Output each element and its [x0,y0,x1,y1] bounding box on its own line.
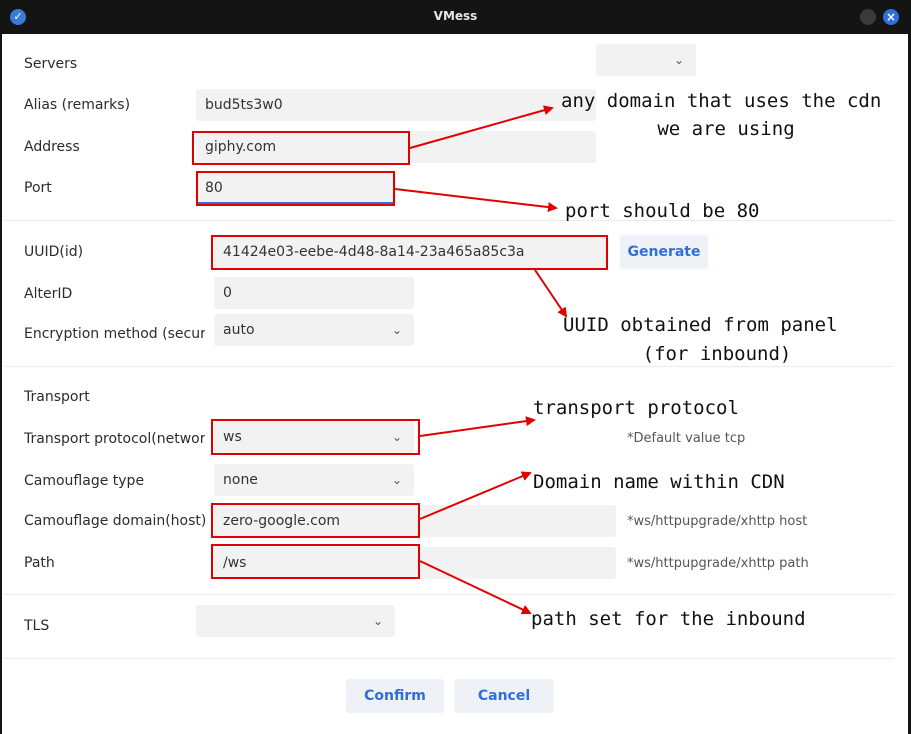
tls-select[interactable]: ⌄ [196,605,395,637]
confirm-button[interactable]: Confirm [346,679,444,713]
camouflage-type-label: Camouflage type [24,473,145,489]
encryption-select[interactable]: auto ⌄ [214,314,414,346]
port-highlight-box [196,171,395,206]
transport-arrow [419,416,536,437]
camouflage-host-label: Camouflage domain(host) [24,513,207,529]
alias-label: Alias (remarks) [24,97,131,113]
alias-input[interactable]: bud5ts3w0 [196,89,596,121]
servers-label: Servers [24,56,78,72]
generate-button[interactable]: Generate [620,235,708,269]
host-hint: *ws/httpupgrade/xhttp host [627,514,808,529]
annotation-uuid-line1: UUID obtained from panel [563,314,838,336]
address-label: Address [24,139,80,155]
port-label: Port [24,180,52,196]
servers-select[interactable]: ⌄ [596,44,696,76]
chevron-down-icon: ⌄ [673,53,684,67]
chevron-down-icon: ⌄ [372,614,383,628]
transport-section-label: Transport [24,389,90,405]
network-highlight-box [211,419,420,455]
host-highlight-box [211,503,420,538]
section-divider [4,658,894,659]
network-hint: *Default value tcp [627,431,746,446]
path-highlight-box [211,544,420,579]
encryption-value: auto [223,322,255,338]
annotation-domain-line2: we are using [657,118,795,140]
path-hint: *ws/httpupgrade/xhttp path [627,556,809,571]
camouflage-type-value: none [223,472,258,488]
section-divider [4,366,894,367]
camouflage-type-select[interactable]: none ⌄ [214,464,414,496]
tls-label: TLS [24,618,50,634]
minimize-button[interactable] [860,9,876,25]
section-divider [4,594,894,595]
uuid-arrow [534,269,568,318]
annotation-domain-line1: any domain that uses the cdn [561,90,882,112]
annotation-port: port should be 80 [565,200,760,222]
network-label: Transport protocol(network) [24,431,205,447]
annotation-transport: transport protocol [533,397,739,419]
alterid-label: AlterID [24,286,73,302]
alterid-input[interactable]: 0 [214,277,414,309]
annotation-cdn-domain: Domain name within CDN [533,471,785,493]
chevron-down-icon: ⌄ [391,473,402,487]
annotation-uuid-line2: (for inbound) [642,343,792,365]
window-title: VMess [433,9,478,23]
annotation-path: path set for the inbound [531,608,806,630]
window-frame-left [0,34,2,734]
port-arrow [394,188,558,213]
section-divider [4,220,894,221]
path-label: Path [24,555,55,571]
uuid-highlight-box [211,235,608,270]
uuid-label: UUID(id) [24,244,84,260]
title-bar: ✓ VMess × [0,0,911,34]
cancel-button[interactable]: Cancel [454,679,554,713]
encryption-label: Encryption method (security) [24,326,205,342]
chevron-down-icon: ⌄ [391,323,402,337]
address-highlight-box [192,131,410,165]
close-icon[interactable]: × [883,9,899,25]
